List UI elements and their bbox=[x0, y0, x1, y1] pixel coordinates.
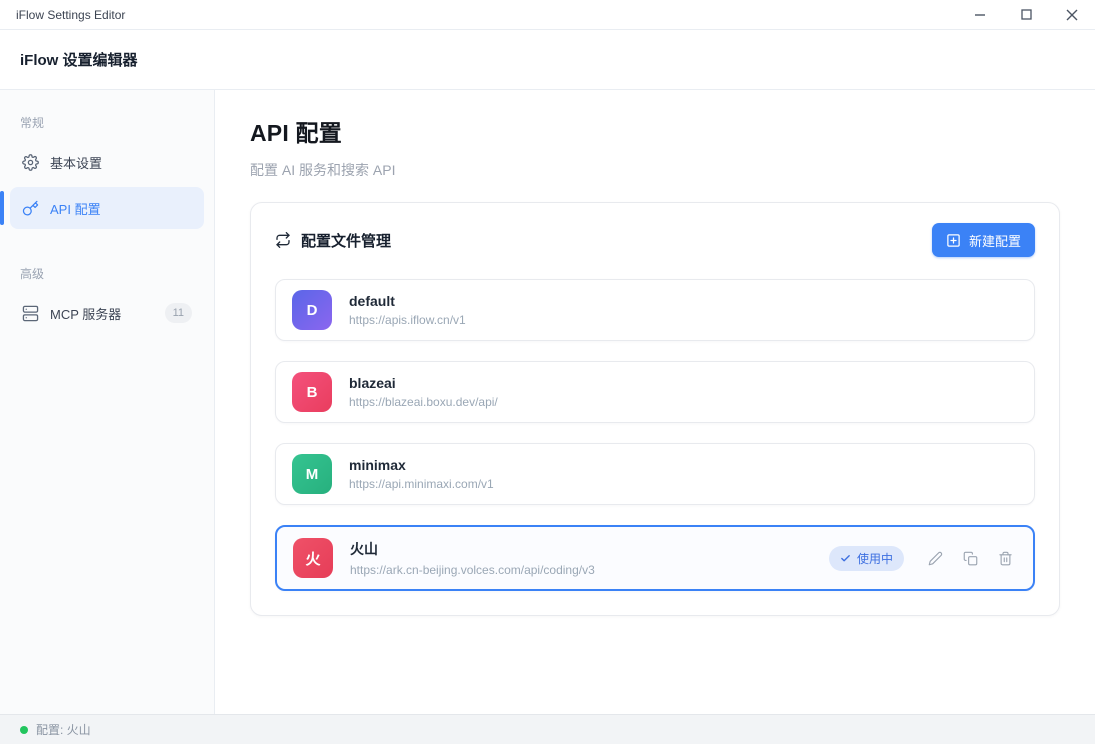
card-header: 配置文件管理 新建配置 bbox=[275, 223, 1035, 257]
sidebar-item-basic-settings[interactable]: 基本设置 bbox=[10, 141, 204, 183]
plus-square-icon bbox=[946, 233, 961, 248]
sidebar: 常规 基本设置 API 配置 高级 bbox=[0, 90, 215, 714]
profile-row-huoshan[interactable]: 火 火山 https://ark.cn-beijing.volces.com/a… bbox=[275, 525, 1035, 591]
trash-icon bbox=[998, 551, 1013, 566]
minimize-icon bbox=[974, 9, 986, 21]
main-content: API 配置 配置 AI 服务和搜索 API 配置文件管理 bbox=[215, 90, 1095, 714]
sidebar-item-label: 基本设置 bbox=[50, 153, 102, 172]
close-button[interactable] bbox=[1049, 0, 1095, 29]
maximize-icon bbox=[1021, 9, 1032, 20]
pencil-icon bbox=[928, 551, 943, 566]
sidebar-item-mcp-servers[interactable]: MCP 服务器 11 bbox=[10, 292, 204, 334]
avatar: D bbox=[292, 290, 332, 330]
status-bar: 配置: 火山 bbox=[0, 714, 1095, 744]
profile-url: https://blazeai.boxu.dev/api/ bbox=[349, 395, 498, 409]
profile-url: https://api.minimaxi.com/v1 bbox=[349, 477, 494, 491]
avatar: 火 bbox=[293, 538, 333, 578]
title-bar: iFlow Settings Editor bbox=[0, 0, 1095, 30]
new-profile-button-label: 新建配置 bbox=[969, 231, 1021, 250]
new-profile-button[interactable]: 新建配置 bbox=[932, 223, 1035, 257]
swap-arrows-icon bbox=[275, 232, 291, 248]
profile-name: 火山 bbox=[350, 539, 595, 559]
avatar: M bbox=[292, 454, 332, 494]
profile-name: blazeai bbox=[349, 375, 498, 391]
copy-icon bbox=[963, 551, 978, 566]
copy-profile-button[interactable] bbox=[961, 549, 980, 568]
mcp-count-badge: 11 bbox=[165, 303, 192, 323]
profile-url: https://apis.iflow.cn/v1 bbox=[349, 313, 466, 327]
sidebar-item-label: API 配置 bbox=[50, 199, 101, 218]
page-subtitle: 配置 AI 服务和搜索 API bbox=[250, 160, 1060, 180]
edit-profile-button[interactable] bbox=[926, 549, 945, 568]
maximize-button[interactable] bbox=[1003, 0, 1049, 29]
card-title: 配置文件管理 bbox=[301, 230, 391, 251]
in-use-badge-label: 使用中 bbox=[857, 550, 893, 567]
sidebar-item-api-config[interactable]: API 配置 bbox=[10, 187, 204, 229]
minimize-button[interactable] bbox=[957, 0, 1003, 29]
profile-name: default bbox=[349, 293, 466, 309]
sidebar-section-general: 常规 bbox=[10, 108, 204, 141]
profile-list: D default https://apis.iflow.cn/v1 B bla… bbox=[275, 279, 1035, 591]
window-title: iFlow Settings Editor bbox=[16, 8, 125, 22]
page-title: API 配置 bbox=[250, 114, 1060, 148]
window-controls bbox=[957, 0, 1095, 29]
app-title: iFlow 设置编辑器 bbox=[20, 49, 138, 70]
in-use-badge: 使用中 bbox=[829, 546, 904, 571]
profile-row-minimax[interactable]: M minimax https://api.minimaxi.com/v1 bbox=[275, 443, 1035, 505]
app-header: iFlow 设置编辑器 bbox=[0, 30, 1095, 90]
avatar: B bbox=[292, 372, 332, 412]
sidebar-item-label: MCP 服务器 bbox=[50, 304, 121, 323]
profile-name: minimax bbox=[349, 457, 494, 473]
sidebar-section-advanced: 高级 bbox=[10, 259, 204, 292]
server-icon bbox=[22, 305, 39, 322]
check-icon bbox=[840, 553, 851, 564]
status-dot bbox=[20, 726, 28, 734]
status-text: 配置: 火山 bbox=[36, 721, 91, 738]
delete-profile-button[interactable] bbox=[996, 549, 1015, 568]
profile-row-default[interactable]: D default https://apis.iflow.cn/v1 bbox=[275, 279, 1035, 341]
profile-manager-card: 配置文件管理 新建配置 D default https:// bbox=[250, 202, 1060, 616]
profile-url: https://ark.cn-beijing.volces.com/api/co… bbox=[350, 563, 595, 577]
gear-icon bbox=[22, 154, 39, 171]
key-icon bbox=[22, 200, 39, 217]
profile-row-blazeai[interactable]: B blazeai https://blazeai.boxu.dev/api/ bbox=[275, 361, 1035, 423]
close-icon bbox=[1066, 9, 1078, 21]
